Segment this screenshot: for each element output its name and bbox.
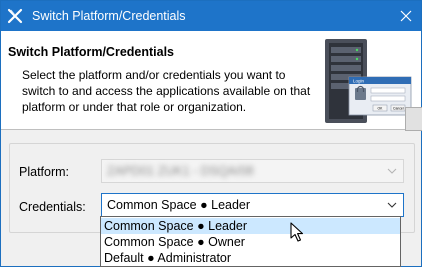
title-bar[interactable]: Switch Platform/Credentials — [1, 1, 421, 31]
credentials-value: Common Space ● Leader — [107, 198, 251, 212]
ok-button[interactable] — [405, 107, 422, 131]
dialog-header: Switch Platform/Credentials Select the p… — [1, 31, 421, 129]
chevron-down-icon — [387, 202, 397, 208]
chevron-down-icon — [387, 168, 397, 174]
graphic-cancel-label: Cancel — [393, 107, 404, 111]
dropdown-option[interactable]: Default ● Administrator — [101, 250, 400, 266]
app-logo-icon — [7, 8, 23, 24]
credentials-dropdown-list[interactable]: Common Space ● Leader Common Space ● Own… — [100, 216, 401, 267]
platform-select[interactable]: ZAPD01 ZUK1 - DSQA/08 — [101, 159, 404, 183]
header-heading: Switch Platform/Credentials — [8, 45, 175, 59]
platform-value: ZAPD01 ZUK1 - DSQA/08 — [107, 164, 254, 178]
credentials-label: Credentials: — [19, 200, 86, 214]
window-title: Switch Platform/Credentials — [32, 9, 186, 23]
dropdown-option[interactable]: Common Space ● Leader — [101, 218, 400, 234]
graphic-ok-label: OK — [378, 107, 384, 111]
server-login-icon: Login OK Cancel — [325, 39, 412, 123]
close-button[interactable] — [391, 1, 421, 31]
credentials-select[interactable]: Common Space ● Leader — [101, 193, 404, 217]
mouse-pointer-icon — [290, 222, 304, 242]
dropdown-option[interactable]: Common Space ● Owner — [101, 234, 400, 250]
platform-label: Platform: — [19, 165, 70, 179]
close-icon — [400, 10, 412, 22]
graphic-login-title: Login — [353, 79, 365, 84]
header-description: Select the platform and/or credentials y… — [22, 68, 311, 114]
